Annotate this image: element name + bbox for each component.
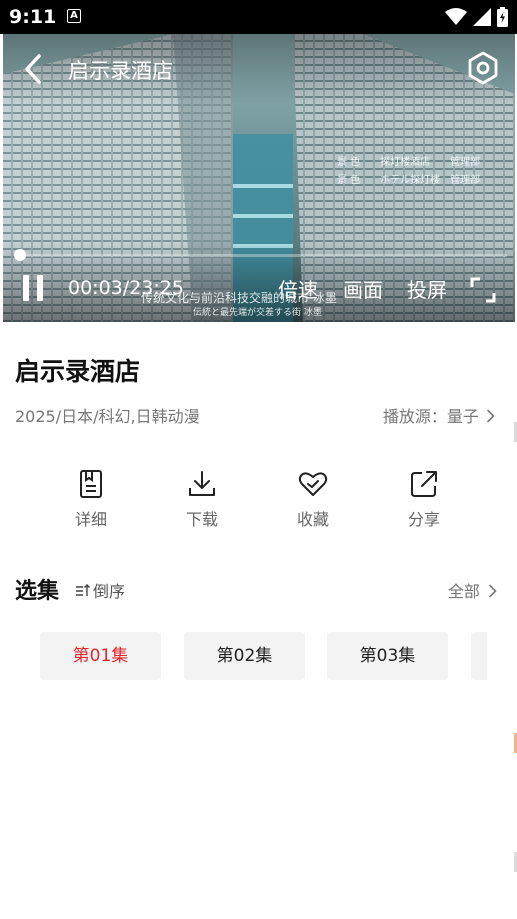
status-bar: 9:11 A: [0, 0, 517, 34]
system-icons: [445, 7, 508, 27]
sort-label: 倒序: [93, 582, 126, 601]
picture-button[interactable]: 画面: [343, 274, 383, 303]
status-time: 9:11: [9, 6, 57, 28]
all-episodes-label: 全部: [447, 582, 480, 601]
fullscreen-icon[interactable]: [470, 277, 496, 303]
episode-chip[interactable]: 第02集: [184, 632, 305, 680]
episode-chip[interactable]: 第01集: [40, 632, 161, 680]
pause-icon-bar-left: [23, 275, 29, 301]
signal-icon: [473, 8, 491, 26]
source-value: 量子: [446, 407, 479, 426]
download-label: 下载: [185, 510, 218, 529]
source-label: 播放源：: [382, 407, 447, 426]
video-player[interactable]: 启示录酒店 景 色 探灯楼酒店 管理部 景 色 ホテル探灯楼 管理部 传统文化与…: [3, 34, 515, 322]
details-label: 详细: [74, 510, 107, 529]
progress-bar[interactable]: [17, 254, 507, 257]
pause-button[interactable]: [23, 275, 45, 301]
all-episodes-button[interactable]: 全部: [448, 578, 497, 602]
download-button[interactable]: 下载: [147, 468, 257, 530]
wifi-icon: [445, 8, 467, 25]
battery-icon: [497, 7, 508, 27]
episodes-section-title: 选集: [15, 579, 60, 604]
share-label: 分享: [407, 510, 440, 529]
sort-toggle[interactable]: 倒序: [75, 578, 125, 602]
progress-thumb[interactable]: [14, 249, 26, 261]
details-button[interactable]: 详细: [36, 468, 146, 530]
episode-chip-partial[interactable]: [471, 632, 487, 680]
share-icon: [411, 471, 437, 497]
document-icon: [80, 470, 102, 498]
back-arrow-icon[interactable]: [21, 52, 45, 86]
share-button[interactable]: 分享: [369, 468, 479, 530]
source-selector[interactable]: 播放源：量子: [383, 403, 495, 427]
episode-list: 第01集 第02集 第03集: [40, 632, 487, 680]
download-icon: [189, 471, 215, 496]
notification-icon: A: [67, 9, 81, 23]
chevron-right-icon: [486, 409, 495, 423]
settings-hexagon-icon[interactable]: [465, 50, 501, 86]
chevron-right-icon: [488, 584, 497, 598]
action-bar: 详细 下载 收藏 分享: [36, 468, 481, 538]
frame-caption-2: 景 色 ホテル探灯楼 管理部: [337, 175, 481, 186]
video-title: 启示录酒店: [68, 59, 173, 83]
playback-time: 00:03/23:25: [68, 277, 184, 299]
show-meta: 2025/日本/科幻,日韩动漫: [15, 407, 200, 426]
favorite-label: 收藏: [296, 510, 329, 529]
heart-icon: [298, 472, 328, 496]
cast-button[interactable]: 投屏: [407, 274, 447, 303]
show-title: 启示录酒店: [15, 357, 141, 386]
pause-icon-bar-right: [37, 275, 43, 301]
favorite-button[interactable]: 收藏: [258, 468, 368, 530]
frame-subtitle-jp: 伝統と最先端が交差する街 冰墨: [193, 308, 322, 318]
speed-button[interactable]: 倍速: [278, 274, 318, 303]
episode-chip[interactable]: 第03集: [327, 632, 448, 680]
sort-icon: [76, 584, 90, 596]
frame-caption-1: 景 色 探灯楼酒店 管理部: [337, 157, 481, 168]
